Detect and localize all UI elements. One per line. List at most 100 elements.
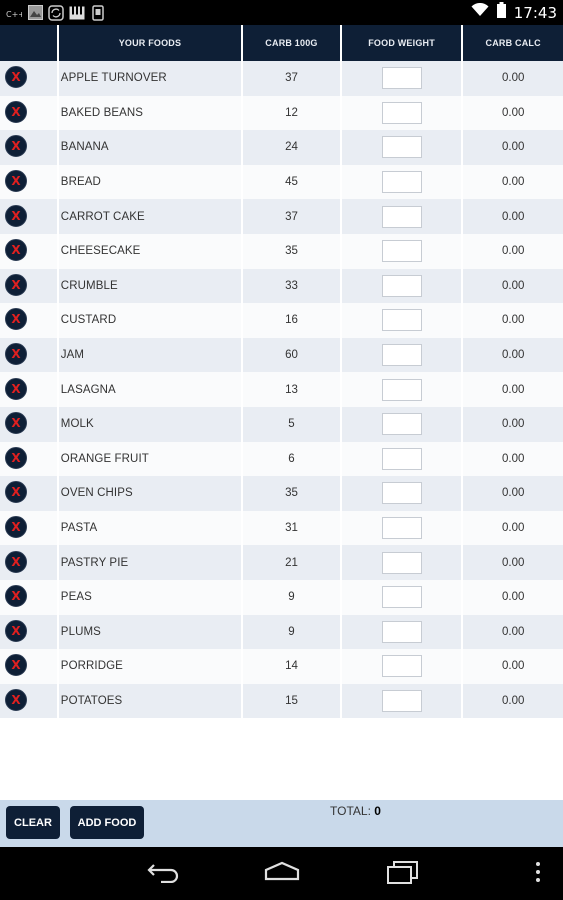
table-row: X MOLK 5 0.00 bbox=[0, 406, 563, 442]
carb-calc-cell: 0.00 bbox=[463, 579, 563, 615]
delete-food-button[interactable]: X bbox=[5, 412, 27, 435]
delete-food-button[interactable]: X bbox=[5, 481, 27, 504]
carb-calc-cell: 0.00 bbox=[463, 372, 563, 407]
delete-food-button[interactable]: X bbox=[5, 204, 27, 227]
home-icon[interactable] bbox=[264, 861, 300, 883]
food-weight-input[interactable] bbox=[381, 101, 422, 124]
food-weight-input[interactable] bbox=[381, 274, 422, 297]
delete-cell: X bbox=[0, 510, 57, 546]
table-row: X PASTA 31 0.00 bbox=[0, 510, 563, 546]
table-body: X APPLE TURNOVER 37 0.00 X BAKED BEANS 12 0.00 X… bbox=[0, 61, 563, 719]
delete-food-button[interactable]: X bbox=[5, 135, 27, 158]
food-name-cell: PASTA bbox=[58, 510, 242, 546]
food-name-cell: LASAGNA bbox=[58, 372, 242, 407]
food-name-cell: ORANGE FRUIT bbox=[58, 441, 242, 477]
delete-cell: X bbox=[0, 164, 57, 200]
delete-cell: X bbox=[0, 579, 57, 615]
food-weight-input[interactable] bbox=[381, 620, 422, 643]
delete-cell: X bbox=[0, 268, 57, 304]
food-weight-cell bbox=[341, 476, 462, 511]
header-carb-calc: CARB CALC bbox=[463, 25, 563, 61]
delete-food-button[interactable]: X bbox=[5, 343, 27, 366]
food-weight-cell bbox=[341, 337, 462, 373]
add-food-button[interactable]: ADD FOOD bbox=[70, 806, 144, 839]
food-weight-input[interactable] bbox=[381, 240, 422, 263]
food-weight-cell bbox=[341, 233, 462, 269]
food-weight-input[interactable] bbox=[381, 447, 422, 470]
food-weight-cell bbox=[341, 614, 462, 650]
carb-per-100g-cell: 9 bbox=[243, 614, 340, 650]
cpp-icon: C++ bbox=[6, 5, 22, 21]
delete-food-button[interactable]: X bbox=[5, 688, 27, 711]
delete-food-button[interactable]: X bbox=[5, 273, 27, 296]
carb-calc-cell: 0.00 bbox=[463, 441, 563, 477]
food-weight-input[interactable] bbox=[381, 517, 422, 540]
svg-text:C++: C++ bbox=[6, 10, 22, 19]
food-weight-input[interactable] bbox=[381, 689, 422, 712]
delete-cell: X bbox=[0, 233, 57, 269]
delete-food-button[interactable]: X bbox=[5, 446, 27, 469]
food-weight-input[interactable] bbox=[381, 413, 422, 436]
food-weight-cell bbox=[341, 164, 462, 200]
back-icon[interactable] bbox=[146, 861, 180, 883]
food-weight-input[interactable] bbox=[381, 344, 422, 367]
carb-calc-cell: 0.00 bbox=[463, 303, 563, 338]
clear-button[interactable]: CLEAR bbox=[6, 806, 60, 839]
app-root: C++ 17:43 YOUR FOODS CARB 100G FOOD WEIG… bbox=[0, 0, 563, 900]
delete-cell: X bbox=[0, 303, 57, 338]
delete-food-button[interactable]: X bbox=[5, 170, 27, 193]
food-weight-cell bbox=[341, 406, 462, 442]
footer-bar: CLEAR ADD FOOD TOTAL: 0 bbox=[0, 800, 563, 847]
recent-apps-icon[interactable] bbox=[385, 861, 419, 885]
food-weight-input[interactable] bbox=[381, 67, 422, 90]
carb-per-100g-cell: 24 bbox=[243, 130, 340, 165]
delete-food-button[interactable]: X bbox=[5, 550, 27, 573]
carb-calc-cell: 0.00 bbox=[463, 95, 563, 131]
delete-cell: X bbox=[0, 476, 57, 511]
food-weight-input[interactable] bbox=[381, 378, 422, 401]
table-row: X PEAS 9 0.00 bbox=[0, 579, 563, 615]
carb-per-100g-cell: 37 bbox=[243, 61, 340, 96]
carb-per-100g-cell: 13 bbox=[243, 372, 340, 407]
carb-calc-cell: 0.00 bbox=[463, 337, 563, 373]
delete-cell: X bbox=[0, 199, 57, 234]
food-weight-input[interactable] bbox=[381, 309, 422, 332]
delete-food-button[interactable]: X bbox=[5, 239, 27, 262]
food-weight-input[interactable] bbox=[381, 205, 422, 228]
phone-icon bbox=[90, 4, 106, 21]
carb-per-100g-cell: 31 bbox=[243, 510, 340, 546]
food-weight-input[interactable] bbox=[381, 136, 422, 159]
food-name-cell: PLUMS bbox=[58, 614, 242, 650]
table-row: X ORANGE FRUIT 6 0.00 bbox=[0, 441, 563, 477]
delete-food-button[interactable]: X bbox=[5, 585, 27, 608]
total-label: TOTAL: bbox=[330, 804, 371, 818]
food-name-cell: BANANA bbox=[58, 130, 242, 165]
table-row: X PORRIDGE 14 0.00 bbox=[0, 649, 563, 684]
table-row: X CRUMBLE 33 0.00 bbox=[0, 268, 563, 304]
delete-food-button[interactable]: X bbox=[5, 654, 27, 677]
delete-cell: X bbox=[0, 545, 57, 580]
carb-per-100g-cell: 33 bbox=[243, 268, 340, 304]
carb-calc-cell: 0.00 bbox=[463, 61, 563, 96]
delete-food-button[interactable]: X bbox=[5, 516, 27, 539]
delete-food-button[interactable]: X bbox=[5, 100, 27, 123]
food-weight-cell bbox=[341, 372, 462, 407]
table-header: YOUR FOODS CARB 100G FOOD WEIGHT CARB CA… bbox=[0, 25, 563, 61]
delete-cell: X bbox=[0, 95, 57, 131]
food-weight-input[interactable] bbox=[381, 551, 422, 574]
food-weight-input[interactable] bbox=[381, 482, 422, 505]
food-weight-input[interactable] bbox=[381, 171, 422, 194]
menu-icon[interactable] bbox=[534, 861, 542, 883]
delete-cell: X bbox=[0, 614, 57, 650]
table-row: X CARROT CAKE 37 0.00 bbox=[0, 199, 563, 234]
food-weight-input[interactable] bbox=[381, 586, 422, 609]
delete-food-button[interactable]: X bbox=[5, 619, 27, 642]
delete-food-button[interactable]: X bbox=[5, 66, 27, 89]
carb-per-100g-cell: 35 bbox=[243, 476, 340, 511]
food-weight-input[interactable] bbox=[381, 655, 422, 678]
delete-food-button[interactable]: X bbox=[5, 377, 27, 400]
carb-per-100g-cell: 12 bbox=[243, 95, 340, 131]
delete-food-button[interactable]: X bbox=[5, 308, 27, 331]
carb-per-100g-cell: 9 bbox=[243, 579, 340, 615]
carb-per-100g-cell: 14 bbox=[243, 649, 340, 684]
